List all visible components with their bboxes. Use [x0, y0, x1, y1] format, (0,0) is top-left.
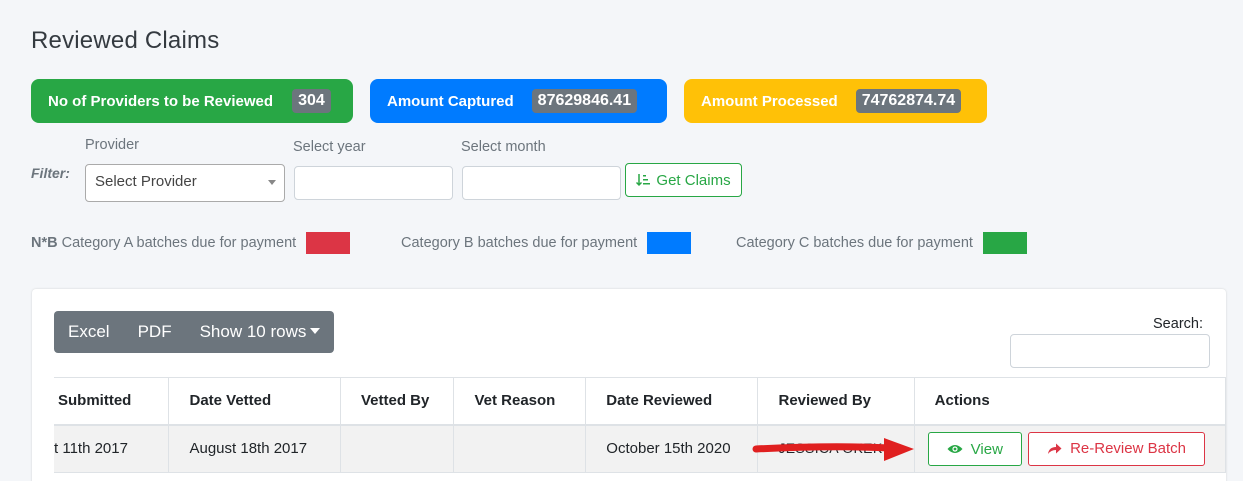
get-claims-label: Get Claims [656, 171, 731, 189]
legend-swatch-green [982, 232, 1027, 254]
sort-amount-icon [636, 174, 651, 187]
header-date-vetted[interactable]: Date Vetted [168, 377, 341, 426]
view-button[interactable]: View [927, 432, 1022, 466]
re-review-batch-button[interactable]: Re-Review Batch [1028, 431, 1205, 466]
view-label: View [970, 440, 1003, 458]
legend-category-a: N*B Category A batches due for payment [31, 232, 351, 254]
claims-table: Submitted Date Vetted Vetted By Vet Reas… [54, 377, 1226, 473]
provider-select-value: Select Provider [95, 173, 197, 190]
provider-select[interactable]: Select Provider [85, 164, 285, 202]
export-button-group: Excel PDF Show 10 rows [54, 311, 335, 353]
amount-processed-stat: Amount Processed 74762874.74 [684, 79, 987, 123]
cell-vetted-by [339, 424, 455, 473]
header-actions: Actions [913, 377, 1226, 426]
cell-date-reviewed: October 15th 2020 [585, 424, 759, 473]
year-label: Select year [293, 139, 366, 155]
header-vet-reason[interactable]: Vet Reason [453, 377, 587, 426]
legend-label: Category A batches due for payment [61, 235, 297, 251]
legend-category-c: Category C batches due for payment [736, 232, 1027, 254]
show-rows-button[interactable]: Show 10 rows [186, 322, 335, 342]
search-input[interactable] [1010, 334, 1210, 368]
month-label: Select month [461, 139, 546, 155]
red-arrow-annotation [752, 438, 914, 461]
stat-label: Amount Captured [387, 92, 514, 110]
table-header-row: Submitted Date Vetted Vetted By Vet Reas… [54, 377, 1226, 426]
header-date-reviewed[interactable]: Date Reviewed [585, 377, 759, 426]
legend-prefix: N*B [31, 235, 58, 251]
header-vetted-by[interactable]: Vetted By [339, 377, 455, 426]
year-input[interactable] [294, 166, 453, 200]
cell-date-vetted: August 18th 2017 [168, 424, 341, 473]
legend-swatch-red [306, 232, 351, 254]
legend-label: Category B batches due for payment [401, 235, 638, 251]
stat-badge: 87629846.41 [531, 89, 638, 113]
legend-swatch-blue [647, 232, 692, 254]
legend-category-b: Category B batches due for payment [401, 232, 692, 254]
page-title: Reviewed Claims [31, 27, 220, 54]
claims-table-card: Excel PDF Show 10 rows Search: Submitted… [32, 289, 1226, 481]
search-label: Search: [1153, 316, 1203, 332]
month-input[interactable] [462, 166, 621, 200]
header-submitted[interactable]: Submitted [54, 377, 170, 426]
stat-badge: 304 [292, 89, 331, 113]
header-reviewed-by[interactable]: Reviewed By [757, 377, 915, 426]
stat-label: No of Providers to be Reviewed [48, 92, 274, 110]
stat-label: Amount Processed [701, 92, 838, 110]
table-row: t 11th 2017 August 18th 2017 October 15t… [54, 424, 1226, 473]
stat-badge: 74762874.74 [855, 89, 962, 113]
amount-captured-stat: Amount Captured 87629846.41 [370, 79, 667, 123]
show-rows-label: Show 10 rows [199, 322, 307, 341]
filter-label: Filter: [31, 165, 70, 181]
providers-to-review-stat: No of Providers to be Reviewed 304 [31, 79, 353, 123]
excel-button[interactable]: Excel [54, 322, 124, 342]
caret-down-icon [310, 328, 321, 334]
share-icon [1048, 443, 1062, 454]
pdf-button[interactable]: PDF [124, 322, 186, 342]
cell-actions: View Re-Review Batch [913, 424, 1226, 473]
re-review-label: Re-Review Batch [1070, 440, 1186, 457]
chevron-down-icon [268, 180, 276, 185]
get-claims-button[interactable]: Get Claims [625, 163, 742, 197]
cell-vet-reason [453, 424, 587, 473]
provider-label: Provider [85, 137, 139, 153]
cell-submitted: t 11th 2017 [54, 424, 170, 473]
eye-icon [947, 445, 963, 453]
legend-label: Category C batches due for payment [736, 235, 973, 251]
